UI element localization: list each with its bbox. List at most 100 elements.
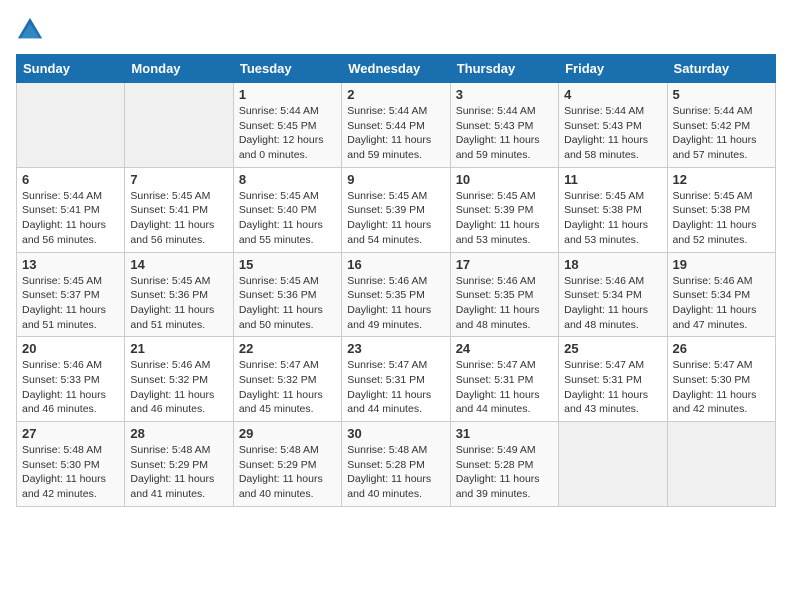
day-info: Sunrise: 5:46 AM Sunset: 5:35 PM Dayligh… — [456, 274, 553, 333]
weekday-header: Monday — [125, 55, 233, 83]
calendar-cell: 27Sunrise: 5:48 AM Sunset: 5:30 PM Dayli… — [17, 422, 125, 507]
calendar-table: SundayMondayTuesdayWednesdayThursdayFrid… — [16, 54, 776, 507]
calendar-cell: 13 Sunrise: 5:45 AM Sunset: 5:37 PM Dayli… — [17, 252, 125, 337]
day-number: 7 — [130, 172, 227, 187]
weekday-header: Tuesday — [233, 55, 341, 83]
day-info: Sunrise: 5:48 AM Sunset: 5:30 PM Dayligh… — [22, 443, 119, 502]
calendar-week-row: 6 Sunrise: 5:44 AM Sunset: 5:41 PM Daylig… — [17, 167, 776, 252]
day-number: 11 — [564, 172, 661, 187]
calendar-cell: 14 Sunrise: 5:45 AM Sunset: 5:36 PM Dayli… — [125, 252, 233, 337]
day-number: 6 — [22, 172, 119, 187]
calendar-cell: 9 Sunrise: 5:45 AM Sunset: 5:39 PM Daylig… — [342, 167, 450, 252]
day-info: Sunrise: 5:46 AM Sunset: 5:35 PM Dayligh… — [347, 274, 444, 333]
day-number: 20 — [22, 341, 119, 356]
day-info: Sunrise: 5:44 AM Sunset: 5:43 PM Dayligh… — [456, 104, 553, 163]
calendar-week-row: 13 Sunrise: 5:45 AM Sunset: 5:37 PM Dayli… — [17, 252, 776, 337]
day-number: 9 — [347, 172, 444, 187]
calendar-cell: 31 Sunrise: 5:49 AM Sunset: 5:28 PM Dayli… — [450, 422, 558, 507]
calendar-cell — [125, 83, 233, 168]
day-number: 10 — [456, 172, 553, 187]
day-info: Sunrise: 5:46 AM Sunset: 5:33 PM Dayligh… — [22, 358, 119, 417]
day-number: 29 — [239, 426, 336, 441]
day-info: Sunrise: 5:47 AM Sunset: 5:31 PM Dayligh… — [564, 358, 661, 417]
day-info: Sunrise: 5:47 AM Sunset: 5:31 PM Dayligh… — [347, 358, 444, 417]
day-number: 4 — [564, 87, 661, 102]
day-number: 28 — [130, 426, 227, 441]
day-number: 13 — [22, 257, 119, 272]
day-info: Sunrise: 5:47 AM Sunset: 5:30 PM Dayligh… — [673, 358, 770, 417]
day-number: 8 — [239, 172, 336, 187]
calendar-cell: 7Sunrise: 5:45 AM Sunset: 5:41 PM Daylig… — [125, 167, 233, 252]
day-info: Sunrise: 5:47 AM Sunset: 5:32 PM Dayligh… — [239, 358, 336, 417]
calendar-cell: 3 Sunrise: 5:44 AM Sunset: 5:43 PM Daylig… — [450, 83, 558, 168]
calendar-cell: 30Sunrise: 5:48 AM Sunset: 5:28 PM Dayli… — [342, 422, 450, 507]
day-number: 21 — [130, 341, 227, 356]
calendar-cell: 6 Sunrise: 5:44 AM Sunset: 5:41 PM Daylig… — [17, 167, 125, 252]
logo-icon — [16, 16, 44, 44]
calendar-cell: 28 Sunrise: 5:48 AM Sunset: 5:29 PM Dayli… — [125, 422, 233, 507]
day-info: Sunrise: 5:45 AM Sunset: 5:38 PM Dayligh… — [673, 189, 770, 248]
calendar-cell: 8 Sunrise: 5:45 AM Sunset: 5:40 PM Daylig… — [233, 167, 341, 252]
day-info: Sunrise: 5:45 AM Sunset: 5:39 PM Dayligh… — [347, 189, 444, 248]
calendar-cell: 18 Sunrise: 5:46 AM Sunset: 5:34 PM Dayli… — [559, 252, 667, 337]
calendar-cell: 1Sunrise: 5:44 AM Sunset: 5:45 PM Daylig… — [233, 83, 341, 168]
day-info: Sunrise: 5:45 AM Sunset: 5:36 PM Dayligh… — [239, 274, 336, 333]
calendar-cell: 12 Sunrise: 5:45 AM Sunset: 5:38 PM Dayli… — [667, 167, 775, 252]
day-number: 25 — [564, 341, 661, 356]
day-number: 15 — [239, 257, 336, 272]
day-info: Sunrise: 5:49 AM Sunset: 5:28 PM Dayligh… — [456, 443, 553, 502]
day-info: Sunrise: 5:47 AM Sunset: 5:31 PM Dayligh… — [456, 358, 553, 417]
day-info: Sunrise: 5:44 AM Sunset: 5:44 PM Dayligh… — [347, 104, 444, 163]
calendar-cell — [559, 422, 667, 507]
calendar-cell: 22Sunrise: 5:47 AM Sunset: 5:32 PM Dayli… — [233, 337, 341, 422]
day-number: 30 — [347, 426, 444, 441]
day-info: Sunrise: 5:46 AM Sunset: 5:34 PM Dayligh… — [673, 274, 770, 333]
calendar-week-row: 1Sunrise: 5:44 AM Sunset: 5:45 PM Daylig… — [17, 83, 776, 168]
day-number: 19 — [673, 257, 770, 272]
day-number: 3 — [456, 87, 553, 102]
calendar-cell — [17, 83, 125, 168]
day-number: 18 — [564, 257, 661, 272]
weekday-header: Saturday — [667, 55, 775, 83]
day-info: Sunrise: 5:48 AM Sunset: 5:29 PM Dayligh… — [130, 443, 227, 502]
calendar-cell: 19 Sunrise: 5:46 AM Sunset: 5:34 PM Dayli… — [667, 252, 775, 337]
day-info: Sunrise: 5:44 AM Sunset: 5:45 PM Dayligh… — [239, 104, 336, 163]
calendar-cell: 24 Sunrise: 5:47 AM Sunset: 5:31 PM Dayli… — [450, 337, 558, 422]
calendar-cell: 21Sunrise: 5:46 AM Sunset: 5:32 PM Dayli… — [125, 337, 233, 422]
calendar-cell: 29 Sunrise: 5:48 AM Sunset: 5:29 PM Dayli… — [233, 422, 341, 507]
day-number: 14 — [130, 257, 227, 272]
day-number: 26 — [673, 341, 770, 356]
calendar-cell: 15 Sunrise: 5:45 AM Sunset: 5:36 PM Dayli… — [233, 252, 341, 337]
day-info: Sunrise: 5:45 AM Sunset: 5:38 PM Dayligh… — [564, 189, 661, 248]
day-info: Sunrise: 5:45 AM Sunset: 5:40 PM Dayligh… — [239, 189, 336, 248]
calendar-cell: 4 Sunrise: 5:44 AM Sunset: 5:43 PM Daylig… — [559, 83, 667, 168]
weekday-header: Friday — [559, 55, 667, 83]
logo — [16, 16, 48, 44]
day-info: Sunrise: 5:44 AM Sunset: 5:41 PM Dayligh… — [22, 189, 119, 248]
day-info: Sunrise: 5:45 AM Sunset: 5:36 PM Dayligh… — [130, 274, 227, 333]
day-number: 23 — [347, 341, 444, 356]
day-info: Sunrise: 5:48 AM Sunset: 5:29 PM Dayligh… — [239, 443, 336, 502]
calendar-cell: 10Sunrise: 5:45 AM Sunset: 5:39 PM Dayli… — [450, 167, 558, 252]
calendar-week-row: 20 Sunrise: 5:46 AM Sunset: 5:33 PM Dayli… — [17, 337, 776, 422]
calendar-cell: 2 Sunrise: 5:44 AM Sunset: 5:44 PM Daylig… — [342, 83, 450, 168]
weekday-header: Wednesday — [342, 55, 450, 83]
calendar-cell: 5Sunrise: 5:44 AM Sunset: 5:42 PM Daylig… — [667, 83, 775, 168]
page-header — [16, 16, 776, 44]
day-number: 12 — [673, 172, 770, 187]
day-number: 17 — [456, 257, 553, 272]
weekday-header: Sunday — [17, 55, 125, 83]
calendar-cell: 20 Sunrise: 5:46 AM Sunset: 5:33 PM Dayli… — [17, 337, 125, 422]
day-number: 24 — [456, 341, 553, 356]
calendar-cell: 23 Sunrise: 5:47 AM Sunset: 5:31 PM Dayli… — [342, 337, 450, 422]
calendar-cell: 25 Sunrise: 5:47 AM Sunset: 5:31 PM Dayli… — [559, 337, 667, 422]
calendar-cell: 16Sunrise: 5:46 AM Sunset: 5:35 PM Dayli… — [342, 252, 450, 337]
day-info: Sunrise: 5:46 AM Sunset: 5:34 PM Dayligh… — [564, 274, 661, 333]
day-info: Sunrise: 5:44 AM Sunset: 5:43 PM Dayligh… — [564, 104, 661, 163]
day-info: Sunrise: 5:44 AM Sunset: 5:42 PM Dayligh… — [673, 104, 770, 163]
day-number: 2 — [347, 87, 444, 102]
day-number: 31 — [456, 426, 553, 441]
calendar-cell — [667, 422, 775, 507]
calendar-cell: 26 Sunrise: 5:47 AM Sunset: 5:30 PM Dayli… — [667, 337, 775, 422]
day-info: Sunrise: 5:45 AM Sunset: 5:37 PM Dayligh… — [22, 274, 119, 333]
